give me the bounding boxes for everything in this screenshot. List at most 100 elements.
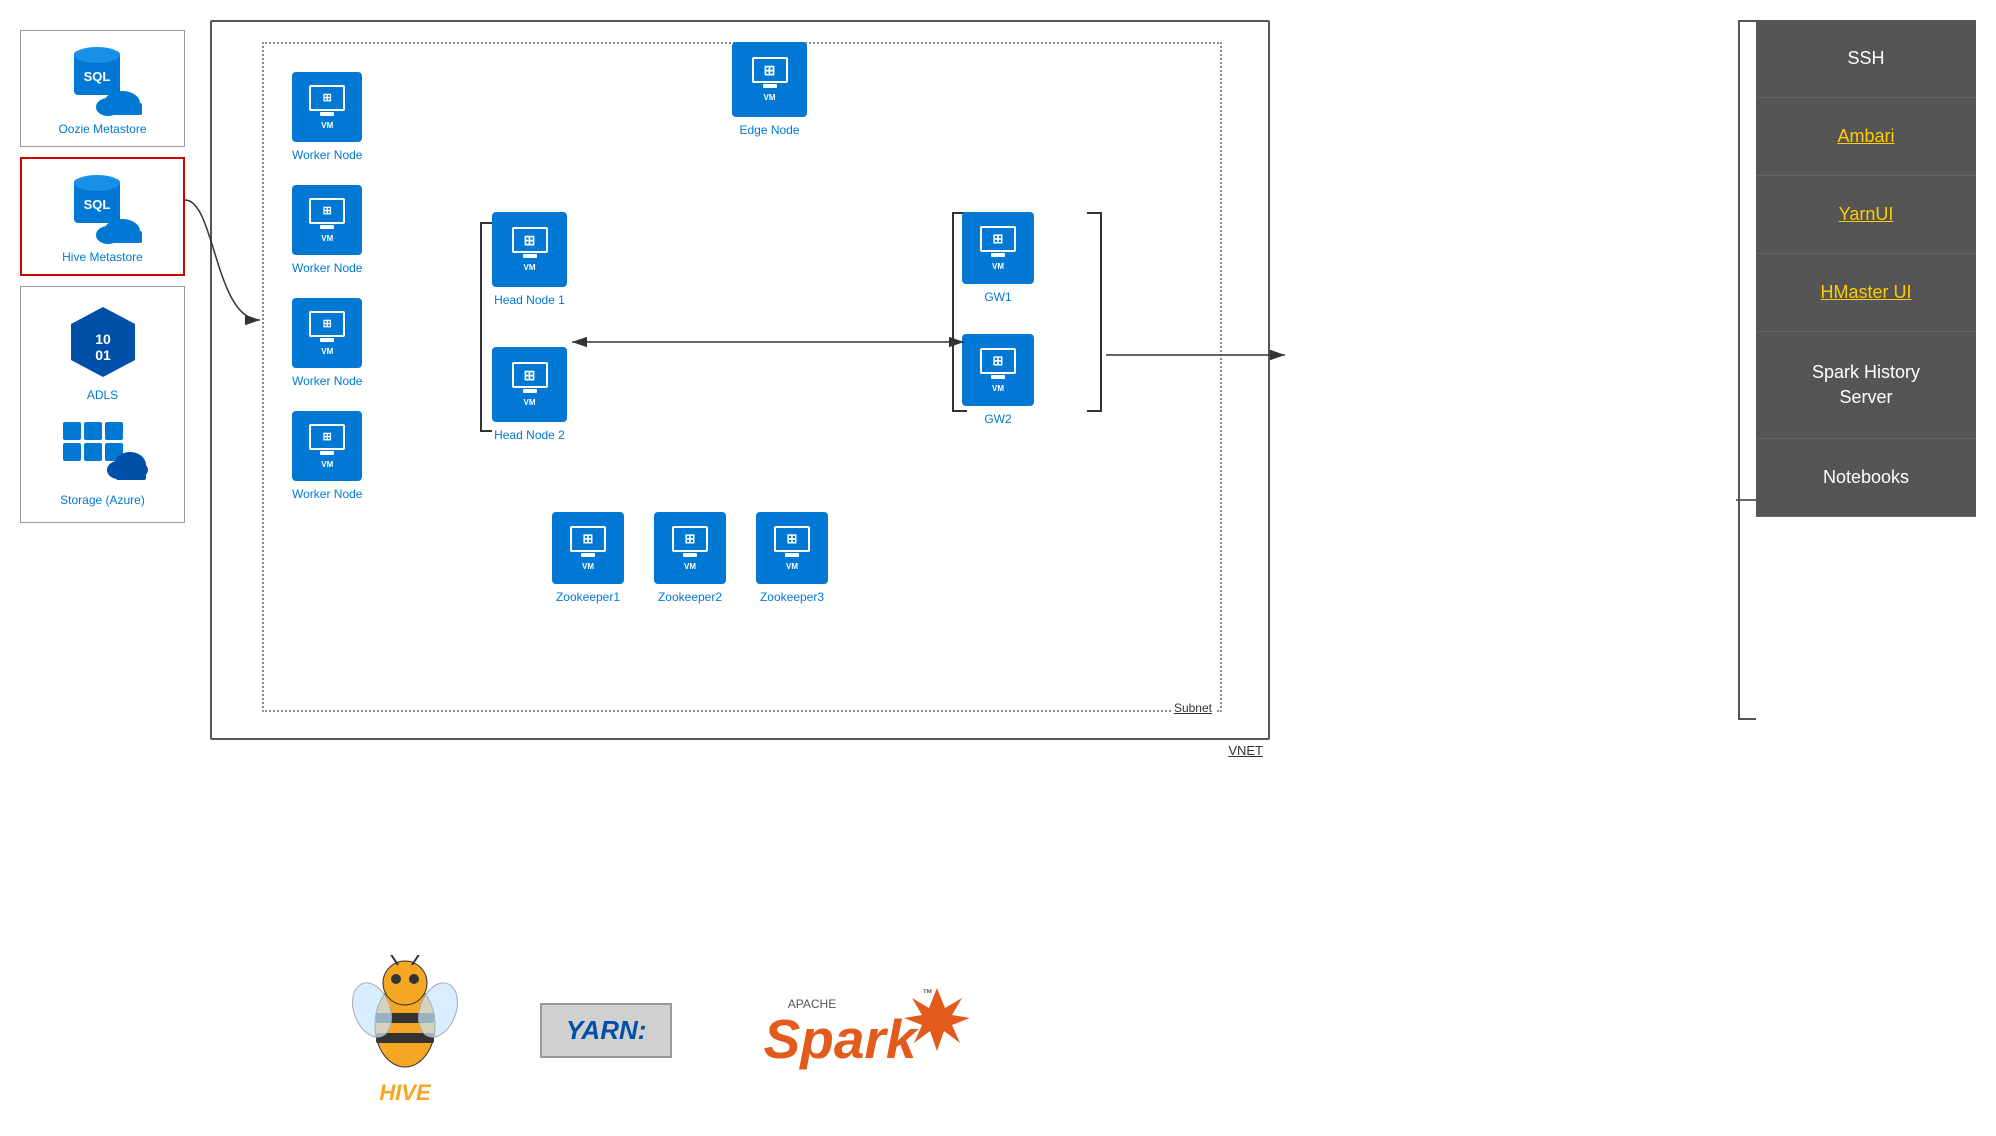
- vm-text-1: VM: [321, 121, 333, 130]
- vnet-border: Subnet VNET ⊞ VM Worker Node ⊞ VM: [210, 20, 1270, 740]
- oozie-metastore-icon: SQL Oozie Metastore: [58, 41, 146, 136]
- gw1-icon: ⊞ VM: [962, 212, 1034, 284]
- edge-vm-text: VM: [764, 93, 776, 102]
- worker-node-1: ⊞ VM Worker Node: [292, 72, 362, 162]
- zk1-vm-text: VM: [582, 562, 594, 571]
- gw-bracket-right: [1087, 212, 1102, 412]
- head-nodes-bracket-left: [480, 222, 492, 432]
- svg-text:01: 01: [95, 347, 111, 363]
- right-brace: [1738, 20, 1756, 720]
- worker-node-2-label: Worker Node: [292, 261, 362, 275]
- vm-text-4: VM: [321, 460, 333, 469]
- hive-bee-svg: [350, 955, 460, 1085]
- vnet-label: VNET: [1228, 743, 1263, 758]
- gw1-label: GW1: [984, 290, 1011, 304]
- gw2-icon: ⊞ VM: [962, 334, 1034, 406]
- worker-node-1-icon: ⊞ VM: [292, 72, 362, 142]
- head-node-2: ⊞ VM Head Node 2: [492, 347, 567, 442]
- vm-text-2: VM: [321, 234, 333, 243]
- spark-tm: ™: [922, 988, 932, 999]
- zk3-vm-text: VM: [786, 562, 798, 571]
- zk2-icon: ⊞ VM: [654, 512, 726, 584]
- worker-node-2-icon: ⊞ VM: [292, 185, 362, 255]
- yarn-text: YARN:: [566, 1015, 646, 1045]
- svg-text:SQL: SQL: [84, 197, 111, 212]
- bottom-logos: HIVE YARN: APACHE Spark ™: [350, 955, 972, 1106]
- gw2-vm-text: VM: [992, 384, 1004, 393]
- worker-node-3-label: Worker Node: [292, 374, 362, 388]
- zk2-label: Zookeeper2: [658, 590, 722, 604]
- edge-node: ⊞ VM Edge Node: [732, 42, 807, 137]
- notebooks-button[interactable]: Notebooks: [1756, 439, 1976, 517]
- hive-metastore-icon: SQL Hive Metastore: [62, 169, 143, 264]
- head-nodes-group: ⊞ VM Head Node 1 ⊞ VM Head Node 2: [492, 212, 567, 442]
- worker-nodes-group: ⊞ VM Worker Node ⊞ VM Worker Node: [292, 72, 362, 501]
- svg-text:10: 10: [95, 331, 111, 347]
- hive-label: Hive Metastore: [62, 250, 143, 264]
- monitor-icon-2: ⊞: [309, 198, 345, 224]
- oozie-label: Oozie Metastore: [58, 122, 146, 136]
- hmaster-button[interactable]: HMaster UI: [1756, 254, 1976, 332]
- spark-history-button[interactable]: Spark HistoryServer: [1756, 332, 1976, 439]
- zk2-monitor: ⊞: [672, 526, 708, 552]
- gw2-node: ⊞ VM GW2: [962, 334, 1034, 426]
- zookeeper1-node: ⊞ VM Zookeeper1: [552, 512, 624, 604]
- zk1-icon: ⊞ VM: [552, 512, 624, 584]
- vm-text-3: VM: [321, 347, 333, 356]
- adls-label: ADLS: [87, 388, 118, 402]
- head-monitor-2: ⊞: [512, 362, 548, 388]
- worker-node-1-label: Worker Node: [292, 148, 362, 162]
- adls-hex-icon: 10 01: [63, 302, 143, 382]
- adls-icon-group: 10 01 ADLS: [63, 302, 143, 402]
- zk2-vm-text: VM: [684, 562, 696, 571]
- gw1-vm-text: VM: [992, 262, 1004, 271]
- storage-icon-group: Storage (Azure): [58, 417, 148, 507]
- head-node-1: ⊞ VM Head Node 1: [492, 212, 567, 307]
- edge-monitor: ⊞: [752, 57, 788, 83]
- left-panel: SQL Oozie Metastore SQL Hive Metastore: [20, 30, 185, 533]
- monitor-icon-4: ⊞: [309, 424, 345, 450]
- yarnui-button[interactable]: YarnUI: [1756, 176, 1976, 254]
- spark-logo-svg: APACHE Spark: [752, 983, 972, 1073]
- yarn-logo: YARN:: [540, 1003, 672, 1058]
- storage-label: Storage (Azure): [60, 493, 145, 507]
- ambari-button[interactable]: Ambari: [1756, 98, 1976, 176]
- zk3-icon: ⊞ VM: [756, 512, 828, 584]
- zookeeper-nodes-group: ⊞ VM Zookeeper1 ⊞ VM Zookeeper2: [552, 512, 828, 604]
- zk1-monitor: ⊞: [570, 526, 606, 552]
- worker-node-4-label: Worker Node: [292, 487, 362, 501]
- head-monitor-1: ⊞: [512, 227, 548, 253]
- zk3-monitor: ⊞: [774, 526, 810, 552]
- edge-node-label: Edge Node: [739, 123, 799, 137]
- ssh-button[interactable]: SSH: [1756, 20, 1976, 98]
- hive-logo: HIVE: [350, 955, 460, 1106]
- spark-logo: APACHE Spark ™: [752, 983, 972, 1078]
- gw2-monitor: ⊞: [980, 348, 1016, 374]
- worker-node-4: ⊞ VM Worker Node: [292, 411, 362, 501]
- hive-sql-icon: SQL: [62, 169, 142, 244]
- head-node-2-icon: ⊞ VM: [492, 347, 567, 422]
- right-panel: SSH Ambari YarnUI HMaster UI Spark Histo…: [1756, 20, 1976, 517]
- head-node-2-label: Head Node 2: [494, 428, 565, 442]
- zk1-label: Zookeeper1: [556, 590, 620, 604]
- storage-azure-icon: [58, 417, 148, 487]
- gw-nodes-group: ⊞ VM GW1 ⊞ VM GW2: [962, 212, 1034, 426]
- head-vm-text-1: VM: [524, 263, 536, 272]
- gw1-monitor: ⊞: [980, 226, 1016, 252]
- worker-node-3-icon: ⊞ VM: [292, 298, 362, 368]
- monitor-icon-3: ⊞: [309, 311, 345, 337]
- subnet-border: Subnet: [262, 42, 1222, 712]
- head-node-1-icon: ⊞ VM: [492, 212, 567, 287]
- edge-node-group: ⊞ VM Edge Node: [732, 42, 807, 137]
- worker-node-2: ⊞ VM Worker Node: [292, 185, 362, 275]
- hive-metastore-box: SQL Hive Metastore: [20, 157, 185, 276]
- oozie-sql-icon: SQL: [62, 41, 142, 116]
- gw2-label: GW2: [984, 412, 1011, 426]
- zk3-label: Zookeeper3: [760, 590, 824, 604]
- monitor-icon: ⊞: [309, 85, 345, 111]
- subnet-label: Subnet: [1171, 701, 1215, 715]
- gw1-node: ⊞ VM GW1: [962, 212, 1034, 304]
- zookeeper3-node: ⊞ VM Zookeeper3: [756, 512, 828, 604]
- hive-text-logo: HIVE: [379, 1080, 430, 1106]
- svg-text:SQL: SQL: [84, 69, 111, 84]
